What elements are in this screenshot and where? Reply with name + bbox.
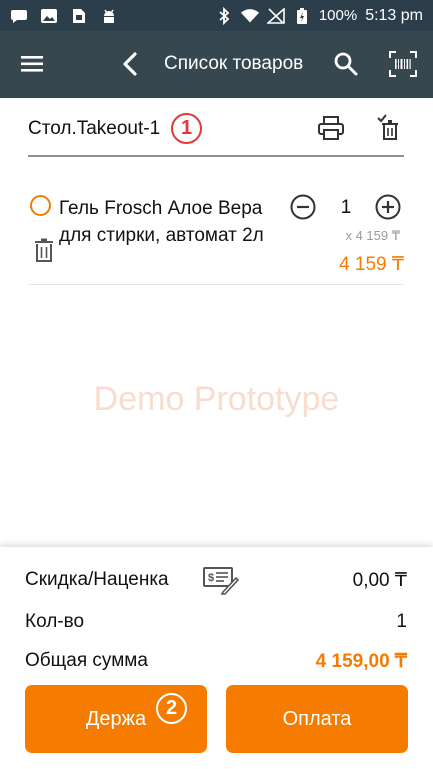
list-item[interactable]: Гель Frosch Алое Вера для стирки, автома… bbox=[28, 181, 404, 285]
wifi-icon bbox=[240, 8, 259, 24]
image-icon bbox=[40, 8, 58, 24]
print-icon[interactable] bbox=[318, 115, 344, 141]
discount-label: Скидка/Наценка bbox=[25, 569, 169, 590]
trash-icon[interactable] bbox=[34, 238, 54, 262]
sim-icon bbox=[70, 8, 88, 24]
search-icon[interactable] bbox=[333, 51, 359, 77]
item-name: Гель Frosch Алое Вера для стирки, автома… bbox=[59, 198, 264, 246]
back-arrow-icon[interactable] bbox=[118, 49, 142, 79]
total-value: 4 159,00 ₸ bbox=[315, 651, 407, 672]
status-bar: 100% 5:13 pm bbox=[0, 0, 433, 31]
battery-icon bbox=[293, 7, 311, 24]
annotation-badge-1: 1 bbox=[171, 113, 202, 144]
svg-text:$: $ bbox=[208, 572, 214, 584]
annotation-badge-2: 2 bbox=[156, 693, 187, 724]
order-summary: Скидка/Наценка $ 0,00 ₸ Кол-во 1 Общая с… bbox=[0, 547, 433, 769]
order-name[interactable]: Стол.Takeout-1 bbox=[28, 118, 160, 140]
decrease-qty-button[interactable] bbox=[290, 194, 316, 220]
item-select-radio[interactable] bbox=[30, 195, 51, 216]
qty-label: Кол-во bbox=[25, 611, 85, 632]
bluetooth-icon bbox=[215, 6, 233, 25]
order-header: Стол.Takeout-1 bbox=[28, 105, 404, 157]
watermark: Demo Prototype bbox=[93, 380, 340, 418]
app-bar: Список товаров bbox=[0, 31, 433, 98]
delete-all-icon[interactable] bbox=[376, 113, 402, 141]
signal-icon bbox=[266, 7, 285, 24]
item-unit-price: x 4 159 ₸ bbox=[345, 228, 400, 243]
page-title: Список товаров bbox=[164, 53, 304, 74]
battery-percent: 100% bbox=[318, 7, 358, 24]
total-label: Общая сумма bbox=[25, 650, 148, 671]
increase-qty-button[interactable] bbox=[375, 194, 401, 220]
discount-value: 0,00 ₸ bbox=[352, 570, 407, 591]
android-icon bbox=[100, 8, 118, 24]
item-line-total: 4 159 ₸ bbox=[339, 254, 404, 275]
discount-edit-icon[interactable]: $ bbox=[203, 565, 240, 595]
pay-button[interactable]: Оплата bbox=[226, 685, 408, 753]
item-qty: 1 bbox=[340, 197, 352, 218]
message-icon bbox=[10, 8, 28, 24]
clock: 5:13 pm bbox=[365, 6, 423, 24]
qty-value: 1 bbox=[396, 611, 407, 632]
menu-icon[interactable] bbox=[20, 53, 46, 75]
barcode-scan-icon[interactable] bbox=[389, 51, 417, 77]
